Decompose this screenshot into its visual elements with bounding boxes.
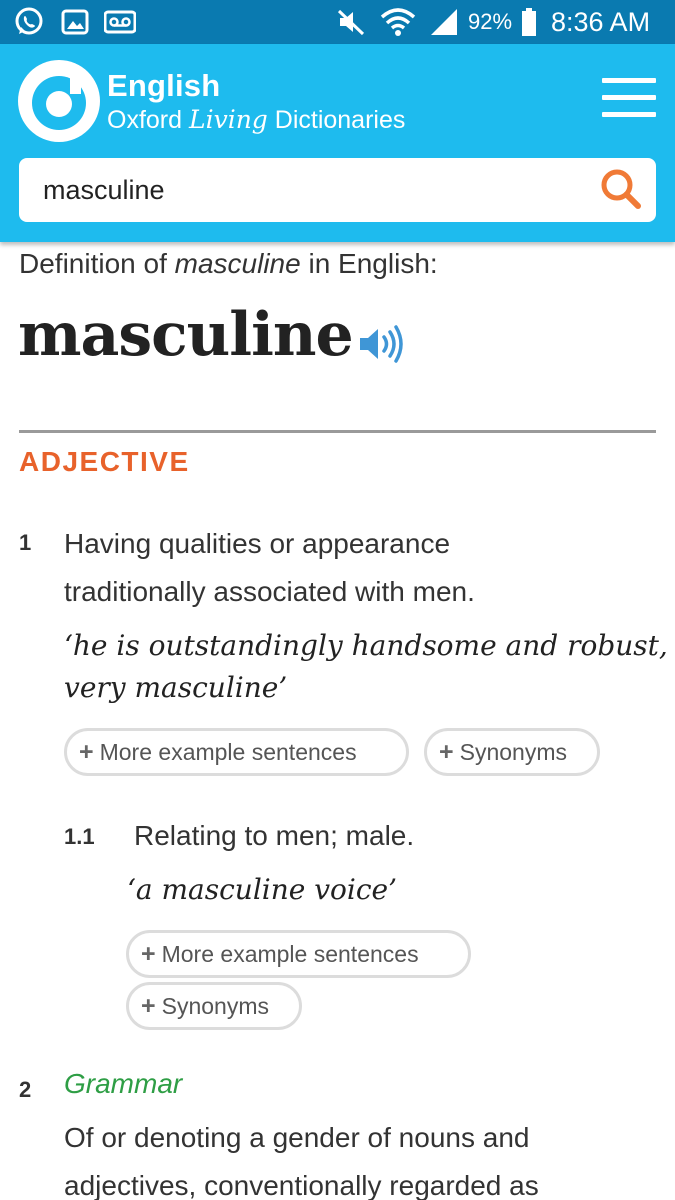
sense-definition-line: adjectives, conventionally regarded as (64, 1170, 539, 1200)
divider (19, 430, 656, 433)
brand-title: English (107, 68, 221, 103)
more-example-sentences-button[interactable]: + More example sentences (64, 728, 409, 776)
grammar-label[interactable]: Grammar (64, 1068, 182, 1100)
battery-percentage: 92% (468, 9, 513, 34)
subsense-number: 1.1 (64, 824, 95, 849)
wifi-icon (380, 0, 416, 44)
more-example-sentences-button[interactable]: + More example sentences (126, 930, 471, 978)
example-sentence-line: ‘he is outstandingly handsome and robust… (64, 629, 668, 662)
brand-subtitle: Oxford Living Dictionaries (107, 105, 406, 134)
whatsapp-icon (12, 0, 46, 44)
sense-number: 2 (19, 1077, 32, 1102)
sense-definition-line: Of or denoting a gender of nouns and (64, 1122, 530, 1153)
subsense-definition: Relating to men; male. (134, 820, 415, 851)
definition-of-heading: Definition of masculine in English: (19, 248, 438, 279)
status-bar: 92% 8:36 AM (0, 0, 675, 44)
search-icon[interactable] (597, 166, 645, 214)
signal-icon (428, 0, 460, 44)
gallery-icon (60, 0, 90, 44)
clock: 8:36 AM (551, 7, 651, 37)
hamburger-menu-icon[interactable] (602, 78, 656, 118)
battery-icon (520, 0, 538, 44)
part-of-speech: ADJECTIVE (19, 446, 190, 477)
synonyms-button[interactable]: + Synonyms (126, 982, 302, 1030)
headword: masculine (18, 300, 354, 370)
search-input[interactable] (43, 158, 593, 222)
example-sentence: ‘a masculine voice’ (127, 873, 398, 906)
search-bar (19, 158, 656, 222)
speaker-icon[interactable] (358, 324, 404, 364)
sense-definition-line: traditionally associated with men. (64, 576, 475, 607)
mute-icon (336, 0, 366, 44)
sense-definition-line: Having qualities or appearance (64, 528, 451, 559)
example-sentence-line: very masculine’ (64, 671, 288, 704)
sense-number: 1 (19, 530, 32, 555)
voicemail-icon (104, 0, 136, 44)
synonyms-button[interactable]: + Synonyms (424, 728, 600, 776)
oxford-logo-icon[interactable] (18, 60, 100, 142)
site-header: English Oxford Living Dictionaries (0, 44, 675, 242)
